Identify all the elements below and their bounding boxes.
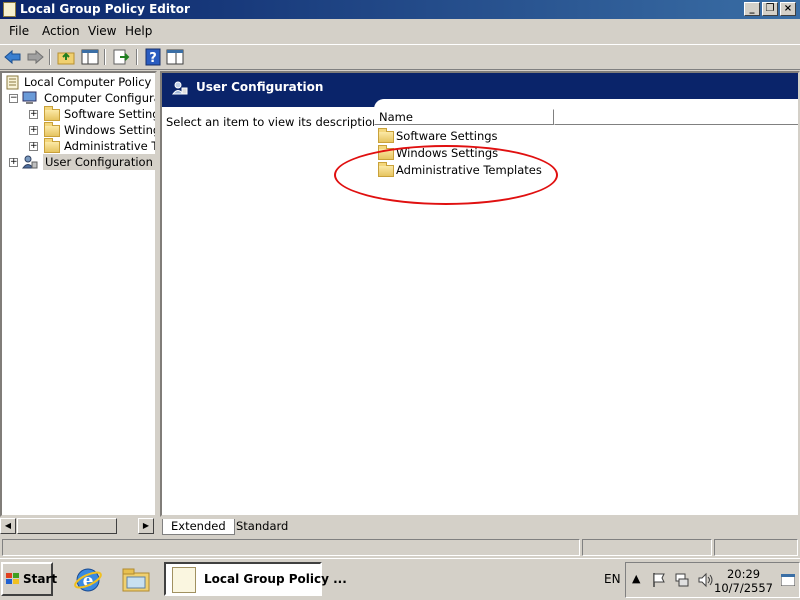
network-icon[interactable] bbox=[674, 572, 690, 588]
clock-time: 20:29 bbox=[726, 567, 761, 581]
folder-icon bbox=[44, 122, 60, 137]
column-header-name[interactable]: Name bbox=[374, 109, 554, 125]
show-hide-tree-icon[interactable] bbox=[80, 48, 100, 66]
expand-toggle[interactable]: + bbox=[29, 110, 38, 119]
tree-label: Computer Configuratio bbox=[44, 91, 155, 105]
details-pane: User Configuration Select an item to vie… bbox=[160, 71, 800, 517]
user-icon bbox=[22, 155, 38, 169]
taskbar-group-policy-button[interactable]: Local Group Policy ... bbox=[164, 562, 347, 596]
file-explorer-icon[interactable] bbox=[121, 565, 151, 595]
scroll-left-arrow-icon[interactable]: ◀ bbox=[0, 518, 16, 534]
properties-pane-icon[interactable] bbox=[165, 48, 185, 66]
details-header-title: User Configuration bbox=[196, 80, 324, 94]
toolbar-separator bbox=[49, 49, 51, 65]
app-icon bbox=[3, 2, 16, 17]
minimize-button[interactable]: _ bbox=[744, 2, 760, 16]
menu-bar: File Action View Help bbox=[0, 21, 800, 41]
back-arrow-icon[interactable] bbox=[3, 48, 23, 66]
status-cell bbox=[2, 539, 580, 556]
menu-help[interactable]: Help bbox=[125, 24, 152, 38]
title-bar: Local Group Policy Editor _ ❐ × bbox=[0, 0, 800, 19]
folder-icon bbox=[44, 106, 60, 121]
tab-extended[interactable]: Extended bbox=[162, 519, 235, 535]
language-indicator[interactable]: EN bbox=[604, 572, 621, 586]
start-button[interactable]: Start bbox=[1, 562, 57, 596]
taskbar: Start e Local Group Policy ... EN ▲ 20:2… bbox=[0, 558, 800, 600]
action-center-flag-icon[interactable] bbox=[651, 572, 667, 588]
task-label: Local Group Policy ... bbox=[204, 572, 347, 586]
collapse-toggle[interactable]: − bbox=[9, 94, 18, 103]
tree-label: Local Computer Policy bbox=[24, 75, 152, 89]
restore-button[interactable]: ❐ bbox=[762, 2, 778, 16]
tree-label: Windows Settings bbox=[64, 123, 157, 137]
tab-standard[interactable]: Standard bbox=[228, 519, 296, 535]
internet-explorer-icon[interactable]: e bbox=[73, 565, 103, 595]
toolbar-separator bbox=[136, 49, 138, 65]
user-config-icon bbox=[172, 81, 188, 95]
window-title: Local Group Policy Editor bbox=[20, 2, 190, 16]
menu-file[interactable]: File bbox=[9, 24, 29, 38]
scroll-right-arrow-icon[interactable]: ▶ bbox=[138, 518, 154, 534]
up-folder-icon[interactable] bbox=[56, 48, 76, 66]
tree-horizontal-scrollbar[interactable]: ◀ ▶ bbox=[0, 518, 157, 534]
close-button[interactable]: × bbox=[780, 2, 796, 16]
show-hidden-icons-icon[interactable]: ▲ bbox=[632, 572, 640, 585]
forward-arrow-icon[interactable] bbox=[25, 48, 45, 66]
status-bar bbox=[0, 538, 800, 557]
toolbar: ? bbox=[0, 44, 800, 70]
folder-icon bbox=[378, 128, 394, 143]
volume-icon[interactable] bbox=[697, 572, 715, 588]
show-desktop-icon[interactable] bbox=[781, 574, 795, 586]
expand-toggle[interactable]: + bbox=[9, 158, 18, 167]
folder-icon bbox=[44, 138, 60, 153]
svg-text:?: ? bbox=[149, 51, 157, 66]
policy-document-icon bbox=[6, 75, 19, 90]
system-tray: ▲ 20:29 10/7/2557 bbox=[625, 562, 800, 598]
menu-action[interactable]: Action bbox=[42, 24, 80, 38]
column-header-empty bbox=[554, 109, 798, 125]
menu-view[interactable]: View bbox=[88, 24, 116, 38]
help-icon[interactable]: ? bbox=[143, 48, 163, 66]
clock-date: 10/7/2557 bbox=[714, 581, 773, 595]
export-list-icon[interactable] bbox=[111, 48, 131, 66]
tree-label: Administrative Tem bbox=[64, 139, 157, 153]
list-item-label: Software Settings bbox=[396, 129, 498, 143]
computer-icon bbox=[22, 91, 37, 104]
status-cell bbox=[582, 539, 712, 556]
tree-label: Software Settings bbox=[64, 107, 157, 121]
description-text: Select an item to view its description. bbox=[166, 115, 384, 129]
clock[interactable]: 20:29 10/7/2557 bbox=[714, 567, 773, 595]
expand-toggle[interactable]: + bbox=[29, 126, 38, 135]
policy-document-icon bbox=[172, 567, 196, 593]
start-label: Start bbox=[23, 572, 58, 586]
tree-pane[interactable]: Local Computer Policy − Computer Configu… bbox=[0, 71, 157, 517]
scroll-thumb[interactable] bbox=[17, 518, 117, 534]
tree-label: User Configuration bbox=[43, 154, 155, 170]
red-highlight-ellipse bbox=[334, 145, 558, 205]
expand-toggle[interactable]: + bbox=[29, 142, 38, 151]
windows-logo-icon bbox=[6, 573, 19, 584]
status-cell bbox=[714, 539, 798, 556]
toolbar-separator bbox=[104, 49, 106, 65]
view-tabs: Extended Standard bbox=[160, 518, 800, 536]
